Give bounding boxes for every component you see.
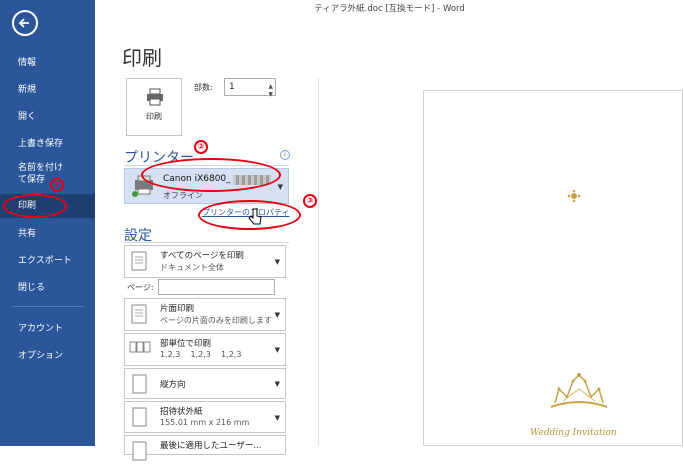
print-range-label: すべてのページを印刷: [160, 251, 244, 261]
tiara-icon: [550, 373, 608, 408]
pages-label: ページ:: [127, 283, 154, 292]
info-icon[interactable]: i: [280, 150, 290, 160]
sidebar-item-options[interactable]: オプション: [0, 350, 95, 362]
page-title: 印刷: [122, 46, 162, 70]
margins-dropdown[interactable]: 最後に適用したユーザー...: [124, 435, 286, 461]
back-arrow-icon[interactable]: [12, 10, 38, 36]
annotation-ellipse-2: [141, 158, 281, 192]
copies-input[interactable]: 1 ▲ ▼: [224, 78, 276, 98]
annotation-number-3: ③: [303, 194, 317, 208]
paper-size-label: 招待状外紙: [160, 407, 203, 417]
sides-label: 片面印刷: [160, 304, 195, 314]
printer-icon: [147, 88, 163, 106]
preview-caption: Wedding Invitation: [530, 428, 617, 438]
sidebar-item-close[interactable]: 閉じる: [0, 282, 95, 294]
chevron-down-icon: ▼: [274, 258, 280, 266]
copies-label: 部数:: [194, 83, 213, 92]
window-title: ティアラ外紙.doc [互換モード] - Word: [314, 4, 465, 14]
chevron-down-icon: ▼: [274, 380, 280, 388]
paper-icon: [132, 407, 147, 427]
print-button-label: 印刷: [146, 112, 162, 121]
paper-size-dropdown[interactable]: 招待状外紙 155.01 mm x 216 mm ▼: [124, 401, 286, 433]
annotation-ellipse-3: [198, 200, 301, 230]
sidebar-item-save[interactable]: 上書き保存: [0, 138, 95, 150]
chevron-down-icon: ▼: [277, 183, 283, 191]
orientation-label: 縦方向: [160, 380, 186, 390]
collate-sub: 1,2,3 1,2,3 1,2,3: [160, 350, 242, 359]
collate-label: 部単位で印刷: [160, 339, 212, 349]
pages-icon: [131, 251, 147, 271]
sides-sub: ページの片面のみを印刷します: [160, 316, 272, 325]
chevron-down-icon: ▼: [274, 346, 280, 354]
preview-page: [423, 90, 683, 446]
chevron-down-icon: ▼: [274, 311, 280, 319]
sidebar-item-account[interactable]: アカウント: [0, 323, 95, 335]
print-button[interactable]: 印刷: [126, 78, 182, 136]
paper-size-sub: 155.01 mm x 216 mm: [160, 418, 250, 427]
copies-value: 1: [229, 82, 235, 92]
chevron-down-icon: ▼: [274, 414, 280, 422]
annotation-number-1: ①: [50, 178, 64, 192]
margins-icon: [132, 441, 147, 461]
spin-down-icon[interactable]: ▼: [268, 87, 273, 103]
orientation-dropdown[interactable]: 縦方向 ▼: [124, 368, 286, 399]
annotation-ellipse-1: [3, 194, 67, 218]
ornament-icon: [567, 189, 581, 203]
panel-divider: [318, 78, 319, 446]
sidebar-item-open[interactable]: 開く: [0, 111, 95, 123]
print-range-sub: ドキュメント全体: [160, 263, 224, 272]
sidebar-item-export[interactable]: エクスポート: [0, 255, 95, 267]
annotation-number-2: ②: [194, 140, 208, 154]
pages-input[interactable]: [158, 279, 275, 295]
one-sided-icon: [131, 304, 147, 324]
backstage-sidebar: 情報 新規 開く 上書き保存 名前を付けて保存 印刷 共有 エクスポート 閉じる…: [0, 0, 95, 446]
margins-label: 最後に適用したユーザー...: [160, 441, 262, 451]
collate-icon: [129, 341, 151, 353]
settings-section-divider: [124, 242, 289, 243]
sidebar-item-share[interactable]: 共有: [0, 228, 95, 240]
sides-dropdown[interactable]: 片面印刷 ページの片面のみを印刷します ▼: [124, 298, 286, 331]
sidebar-divider: [12, 306, 84, 307]
sidebar-item-info[interactable]: 情報: [0, 57, 95, 69]
collate-dropdown[interactable]: 部単位で印刷 1,2,3 1,2,3 1,2,3 ▼: [124, 333, 286, 366]
portrait-icon: [132, 374, 147, 394]
sidebar-item-new[interactable]: 新規: [0, 84, 95, 96]
print-range-dropdown[interactable]: すべてのページを印刷 ドキュメント全体 ▼: [124, 245, 286, 278]
